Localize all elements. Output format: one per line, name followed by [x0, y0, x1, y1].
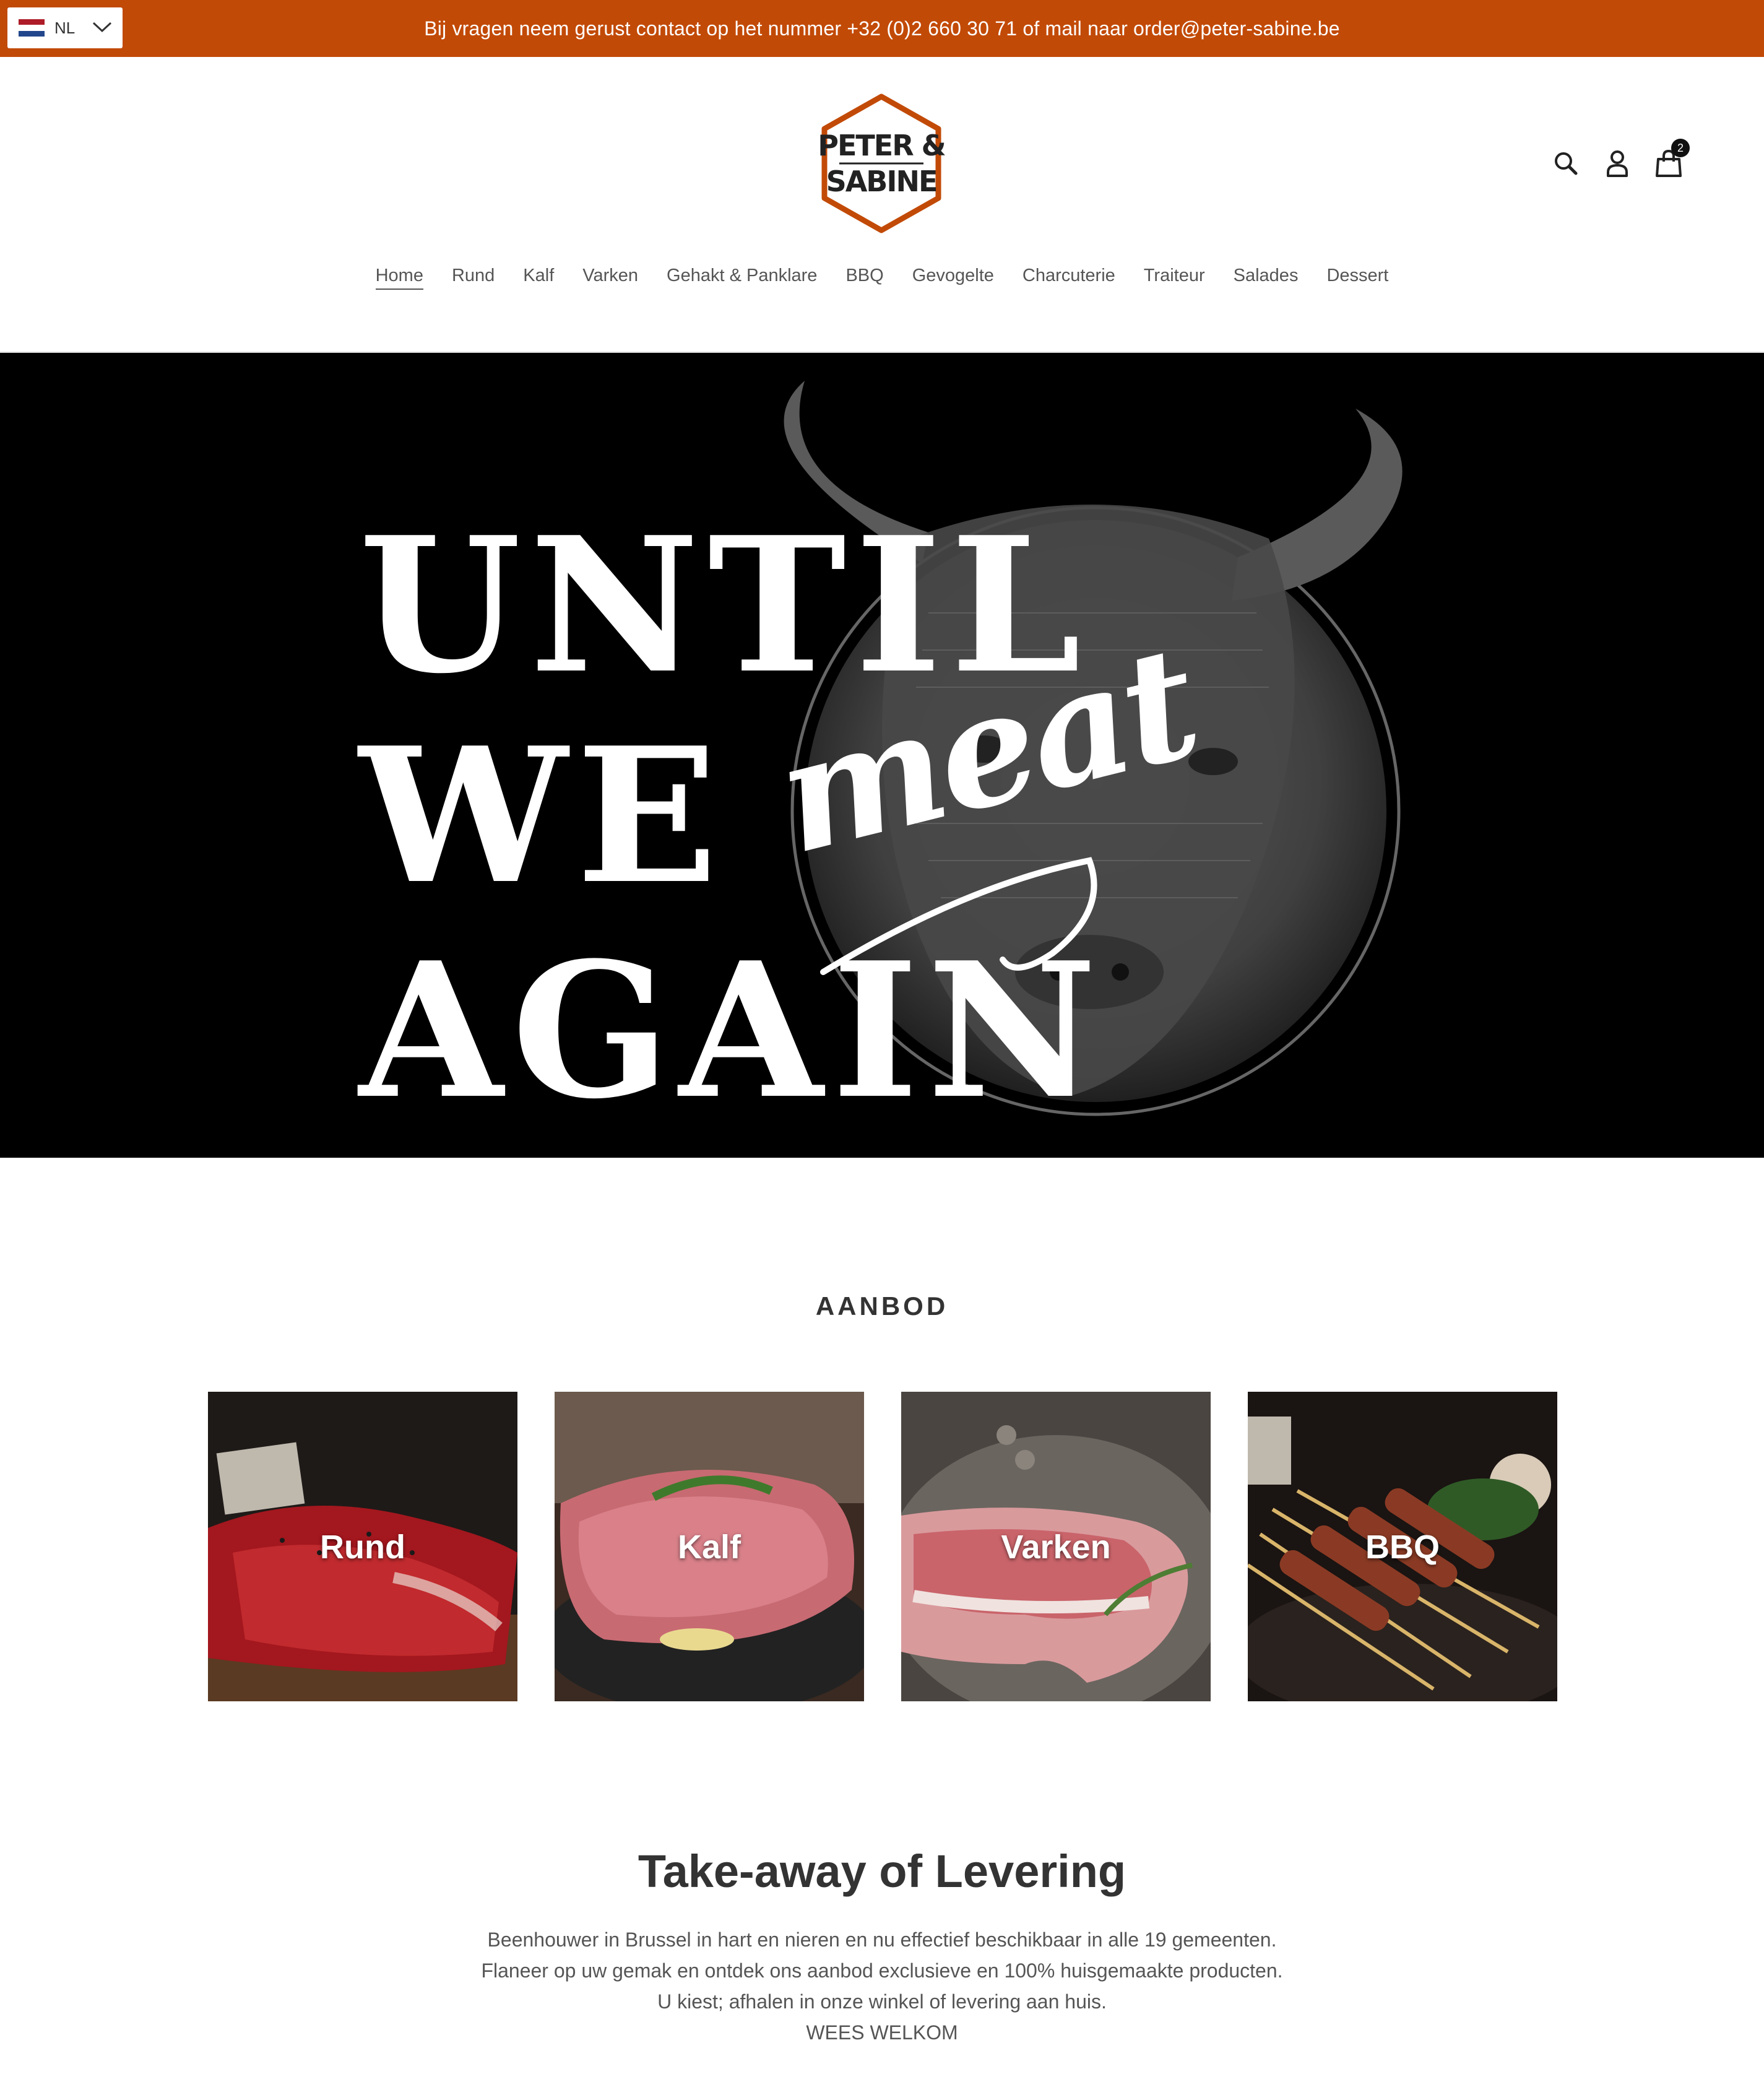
- takeaway-text: Beenhouwer in Brussel in hart en nieren …: [0, 1924, 1764, 2048]
- tile-label-varken: Varken: [1001, 1529, 1111, 1566]
- hero-banner[interactable]: UNTIL WE meat AGAIN: [0, 353, 1764, 1158]
- category-tiles: Rund Kalf Varken BBQ: [208, 1392, 1557, 1701]
- logo-hexagon-icon: [821, 93, 941, 233]
- nav-item-kalf[interactable]: Kalf: [523, 263, 554, 290]
- logo-line-2: SABINE: [826, 165, 938, 198]
- logo-line-1: PETER &: [818, 129, 946, 162]
- hero-line-3: AGAIN: [359, 921, 1106, 1140]
- hero-line-2: WE: [359, 706, 727, 925]
- takeaway-line-3: U kiest; afhalen in onze winkel of lever…: [657, 1990, 1107, 2013]
- category-tile-kalf[interactable]: Kalf: [555, 1392, 864, 1701]
- category-tile-rund[interactable]: Rund: [208, 1392, 517, 1701]
- takeaway-title: Take-away of Levering: [638, 1846, 1126, 1897]
- nav-item-rund[interactable]: Rund: [452, 263, 495, 290]
- takeaway-line-1: Beenhouwer in Brussel in hart en nieren …: [487, 1929, 1277, 1951]
- takeaway-line-4: WEES WELKOM: [806, 2021, 958, 2044]
- category-tile-varken[interactable]: Varken: [901, 1392, 1211, 1701]
- user-icon: [1607, 150, 1628, 177]
- tile-label-kalf: Kalf: [677, 1529, 741, 1566]
- nav-item-home[interactable]: Home: [375, 263, 423, 290]
- tile-label-rund: Rund: [320, 1529, 405, 1566]
- nav-item-bbq[interactable]: BBQ: [845, 263, 883, 290]
- aanbod-title: AANBOD: [815, 1291, 949, 1321]
- nav-item-dessert[interactable]: Dessert: [1326, 263, 1388, 290]
- main-nav: Home Rund Kalf Varken Gehakt & Panklare …: [0, 263, 1764, 290]
- nav-item-varken[interactable]: Varken: [582, 263, 638, 290]
- search-icon: [1555, 152, 1578, 175]
- nav-item-traiteur[interactable]: Traiteur: [1144, 263, 1205, 290]
- search-button[interactable]: [1549, 146, 1583, 181]
- announcement-bar: NL Bij vragen neem gerust contact op het…: [0, 0, 1764, 57]
- cart-button[interactable]: 2: [1651, 139, 1690, 181]
- announcement-text: Bij vragen neem gerust contact op het nu…: [424, 17, 1340, 40]
- takeaway-line-2: Flaneer op uw gemak en ontdek ons aanbod…: [481, 1959, 1283, 1982]
- account-button[interactable]: [1600, 146, 1635, 181]
- cart-count-badge: 2: [1671, 139, 1690, 157]
- nav-item-charcuterie[interactable]: Charcuterie: [1023, 263, 1115, 290]
- tile-label-bbq: BBQ: [1365, 1529, 1440, 1566]
- nav-item-gevogelte[interactable]: Gevogelte: [912, 263, 994, 290]
- site-logo[interactable]: PETER & SABINE: [815, 92, 948, 235]
- nav-item-salades[interactable]: Salades: [1234, 263, 1299, 290]
- nav-item-gehakt-panklare[interactable]: Gehakt & Panklare: [667, 263, 817, 290]
- category-tile-bbq[interactable]: BBQ: [1248, 1392, 1557, 1701]
